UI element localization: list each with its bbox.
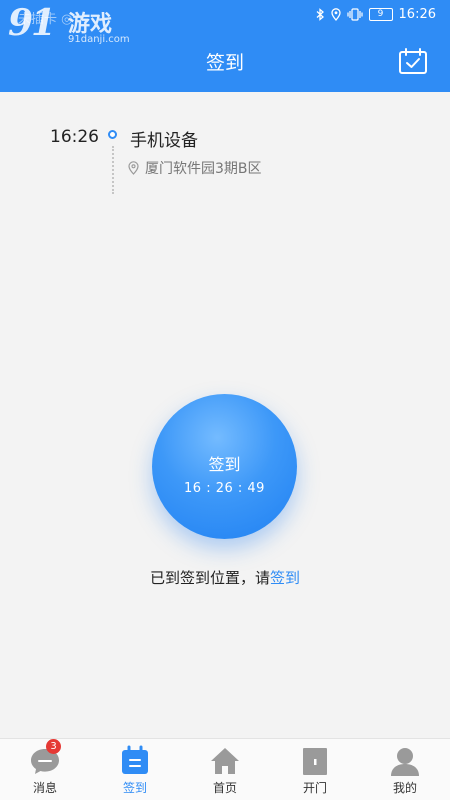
tab-label: 签到 (122, 781, 147, 795)
record-time: 16:26 (50, 127, 99, 147)
location-text: 厦门软件园3期B区 (145, 161, 262, 177)
message-badge: 3 (46, 739, 61, 754)
user-icon (391, 748, 419, 776)
watermark-number: 91 (8, 2, 56, 44)
checkin-clock: 16 : 26 : 49 (184, 481, 265, 496)
record-device: 手机设备 (130, 131, 198, 151)
tab-label: 消息 (32, 781, 57, 795)
bluetooth-icon (316, 8, 324, 21)
tab-label: 开门 (302, 781, 327, 795)
status-icons: 9 16:26 (316, 7, 436, 22)
tab-label: 我的 (392, 781, 417, 795)
timeline-dot-icon (108, 130, 117, 139)
home-icon (211, 748, 239, 774)
watermark-logo: 91 游戏 91danji.com (8, 2, 148, 50)
timeline-line (112, 146, 114, 194)
location-hint: 已到签到位置，请签到 (0, 567, 450, 588)
top-bar: 未插卡 ◎ 9 16:26 91 游戏 91danji.com 签到 (0, 0, 450, 92)
checkin-button-label: 签到 (208, 455, 241, 474)
location-icon (330, 8, 341, 21)
checkin-icon (122, 745, 148, 774)
calendar-check-icon[interactable] (398, 47, 428, 75)
record-location: 厦门软件园3期B区 (128, 158, 262, 178)
door-icon (303, 748, 327, 775)
tab-label: 首页 (212, 781, 237, 795)
bottom-tab-bar: 3 消息 签到 首页 开门 我的 (0, 738, 450, 800)
tab-profile[interactable]: 我的 (360, 739, 450, 800)
checkin-button[interactable]: 签到 16 : 26 : 49 (152, 394, 297, 539)
status-time: 16:26 (398, 7, 436, 22)
tab-messages[interactable]: 3 消息 (0, 739, 90, 800)
hint-text: 已到签到位置，请 (149, 569, 270, 587)
tab-checkin[interactable]: 签到 (90, 739, 180, 800)
page-title: 签到 (205, 52, 244, 74)
hint-checkin-link[interactable]: 签到 (270, 569, 300, 587)
tab-door[interactable]: 开门 (270, 739, 360, 800)
tab-home[interactable]: 首页 (180, 739, 270, 800)
location-pin-icon (128, 161, 139, 175)
watermark-domain: 91danji.com (68, 34, 130, 45)
vibrate-icon (346, 8, 363, 21)
battery-icon: 9 (368, 8, 393, 21)
